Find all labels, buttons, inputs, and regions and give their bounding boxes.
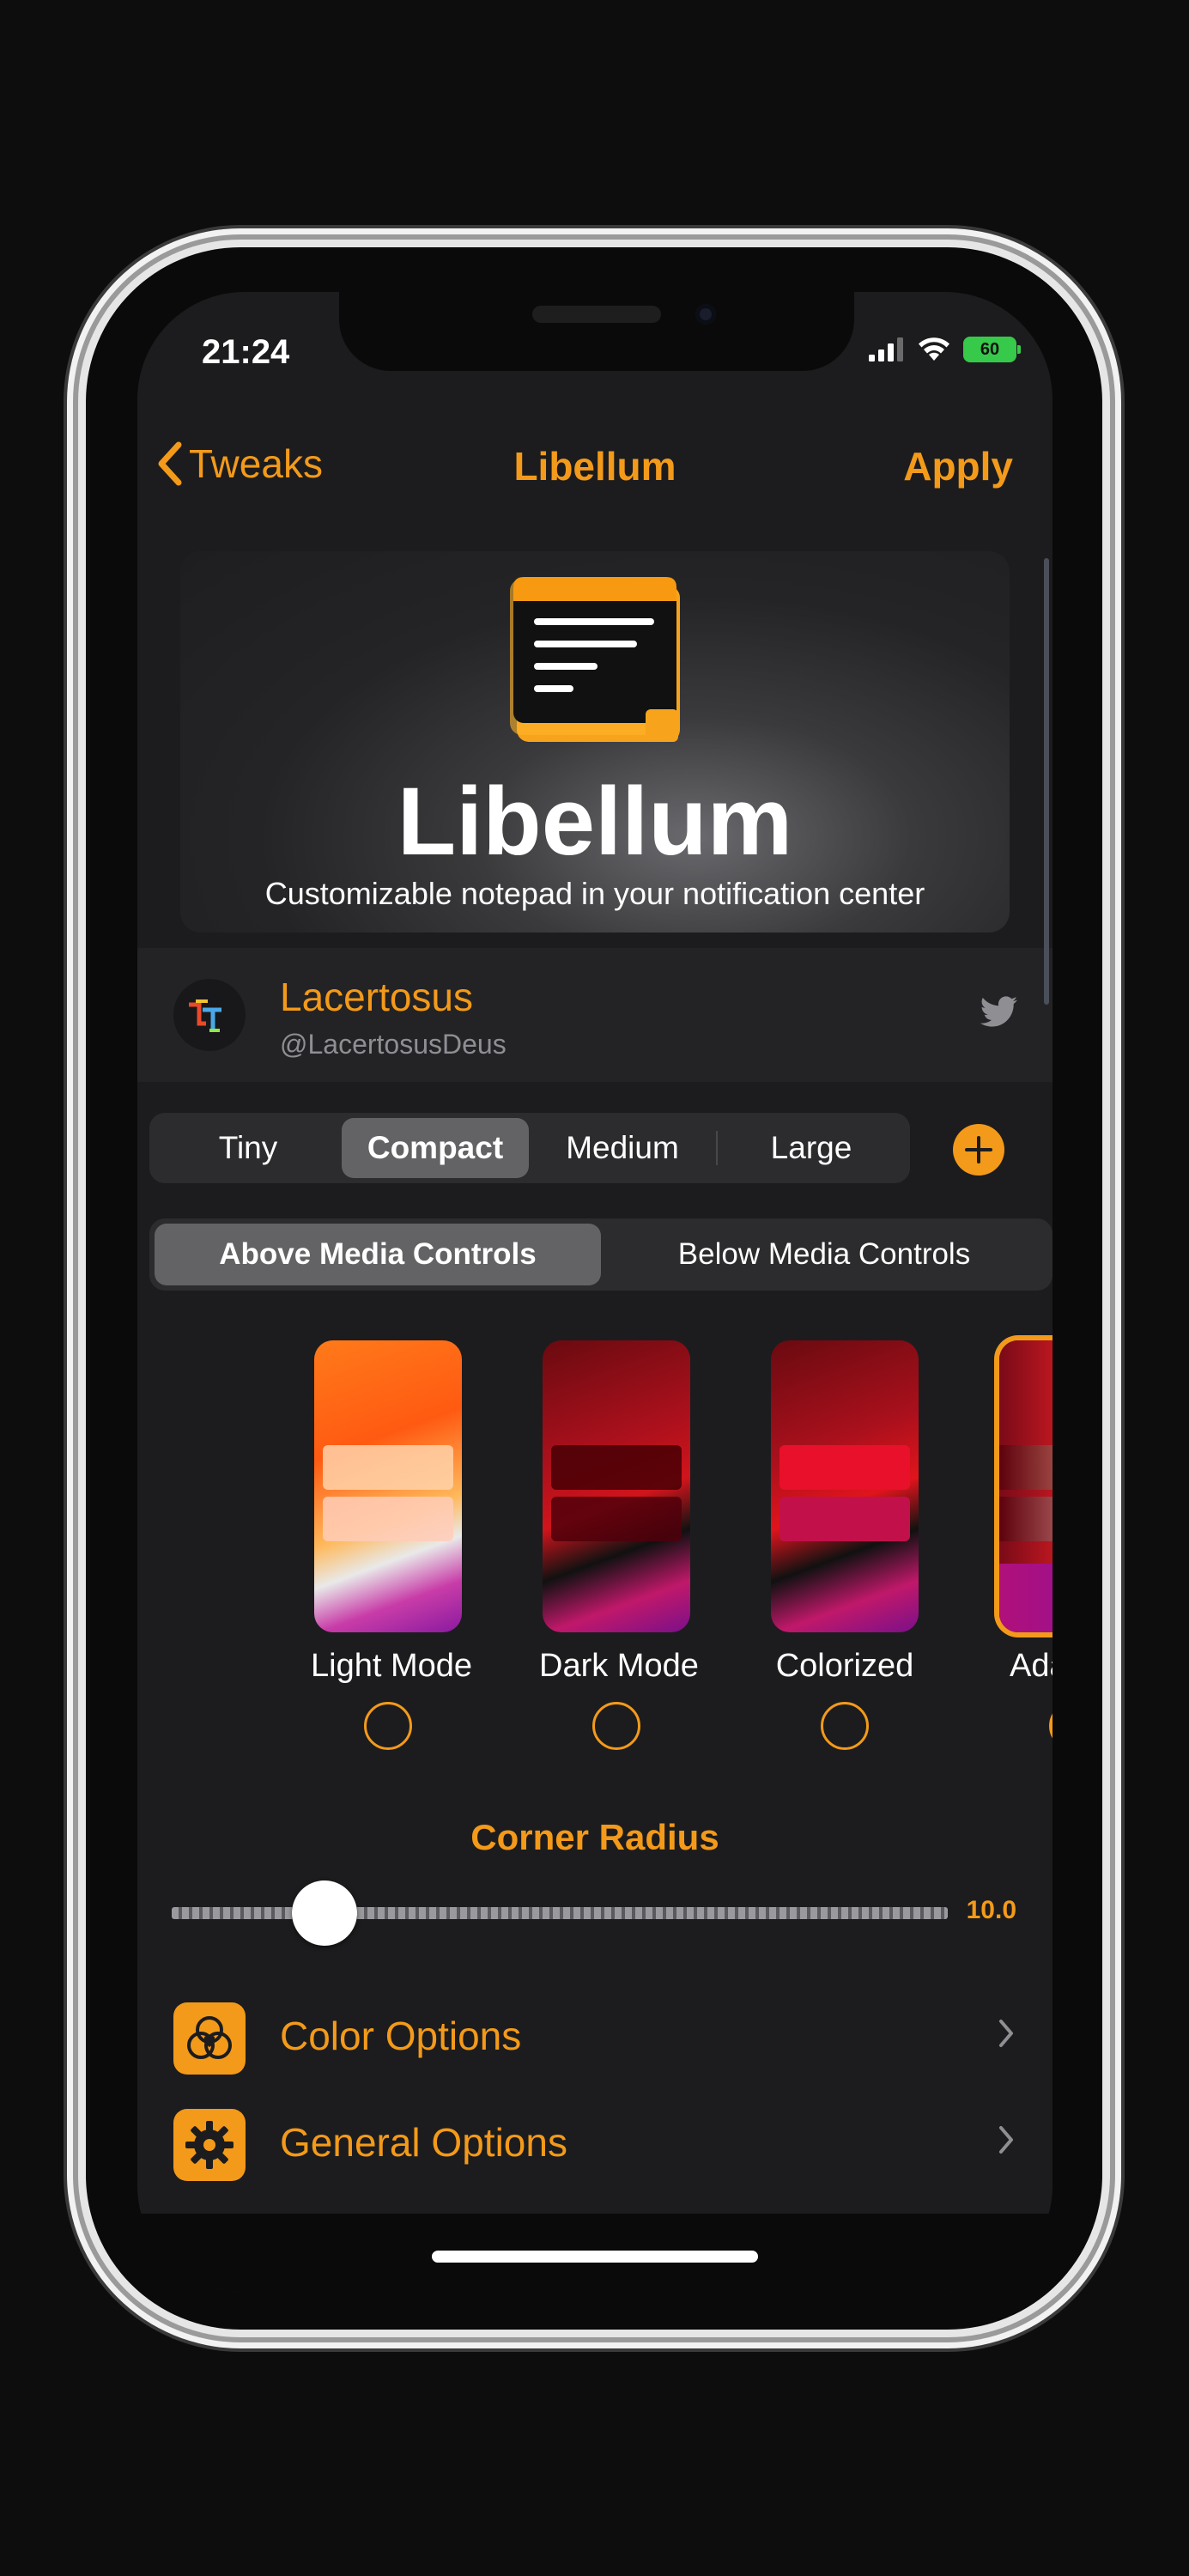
segment-large[interactable]: Large (718, 1118, 905, 1178)
preview-card (780, 1497, 910, 1541)
corner-radius-slider-knob[interactable] (292, 1880, 357, 1946)
notepad-app-icon (510, 577, 680, 742)
add-button[interactable] (953, 1124, 1004, 1176)
scroll-indicator[interactable] (1044, 558, 1049, 1005)
navigation-bar: Tweaks Libellum Apply (137, 421, 1053, 507)
status-time: 21:24 (202, 333, 290, 371)
preview-card (323, 1497, 453, 1541)
adaptive-mode-preview (999, 1340, 1053, 1632)
corner-radius-value: 10.0 (966, 1896, 1016, 1924)
settings-content[interactable]: Libellum Customizable notepad in your no… (137, 512, 1053, 2212)
chevron-right-icon (999, 2126, 1013, 2154)
power-button (1107, 735, 1114, 963)
gear-icon (173, 2109, 246, 2181)
appearance-mode-picker: Light Mode Dark Mode Colorized Ad (137, 1340, 1053, 1753)
segment-tiny[interactable]: Tiny (155, 1118, 342, 1178)
preview-card (999, 1497, 1053, 1541)
mode-dark[interactable]: Dark Mode (539, 1340, 699, 1750)
preview-card (551, 1445, 682, 1490)
notch (339, 292, 854, 371)
mode-label: Dark Mode (539, 1648, 699, 1684)
author-name: Lacertosus (280, 975, 474, 1019)
segment-below-media-controls[interactable]: Below Media Controls (601, 1224, 1047, 1285)
wifi-icon (919, 337, 949, 361)
general-options-row[interactable]: General Options (137, 2093, 1053, 2188)
checkmark-icon (1052, 1704, 1053, 1747)
colorized-mode-preview (771, 1340, 919, 1632)
corner-radius-label: Corner Radius (470, 1817, 719, 1857)
silent-switch (74, 522, 81, 596)
mode-label: Colorized (775, 1648, 914, 1684)
chevron-right-icon (999, 2020, 1013, 2047)
preview-card (323, 1445, 453, 1490)
radio-dark-mode[interactable] (592, 1702, 640, 1750)
position-segmented-control: Above Media Controls Below Media Control… (149, 1218, 1053, 1291)
front-camera (695, 304, 716, 325)
home-indicator[interactable] (432, 2251, 758, 2263)
radio-adaptive[interactable] (1049, 1702, 1053, 1750)
status-icons: 60 (869, 337, 1021, 362)
preview-card (780, 1445, 910, 1490)
signal-icon (869, 337, 903, 361)
apply-button[interactable]: Apply (903, 443, 1013, 489)
header-subtitle: Customizable notepad in your notificatio… (264, 876, 925, 911)
color-options-label: Color Options (280, 2014, 522, 2058)
avatar (173, 979, 246, 1051)
mode-adaptive[interactable]: Adaptive (996, 1340, 1053, 1750)
light-mode-preview (314, 1340, 462, 1632)
segment-medium[interactable]: Medium (529, 1118, 716, 1178)
header-title: Libellum (397, 768, 793, 875)
author-row[interactable]: Lacertosus @LacertosusDeus (137, 948, 1053, 1082)
header-banner: Libellum Customizable notepad in your no… (180, 551, 1010, 933)
segment-compact[interactable]: Compact (342, 1118, 529, 1178)
corner-radius-slider-track[interactable] (172, 1907, 948, 1919)
general-options-label: General Options (280, 2120, 567, 2165)
earpiece-speaker (532, 306, 661, 323)
mode-colorized[interactable]: Colorized (767, 1340, 922, 1750)
phone-screen: 21:24 60 Tweaks Libellum Apply Libellum … (137, 292, 1053, 2293)
author-handle: @LacertosusDeus (280, 1029, 507, 1060)
mode-label: Light Mode (311, 1648, 473, 1684)
preview-bottom (999, 1564, 1053, 1632)
twitter-icon[interactable] (980, 996, 1018, 1027)
volume-down-button (74, 859, 81, 1001)
color-circles-icon (173, 2002, 246, 2075)
size-segmented-control: Tiny Compact Medium Large (149, 1113, 910, 1183)
volume-up-button (74, 671, 81, 814)
mode-label: Adaptive (1010, 1648, 1053, 1684)
color-options-row[interactable]: Color Options (137, 1987, 1053, 2081)
dark-mode-preview (543, 1340, 690, 1632)
battery-indicator: 60 (963, 337, 1021, 362)
radio-light-mode[interactable] (364, 1702, 412, 1750)
radio-colorized[interactable] (821, 1702, 869, 1750)
author-logo-icon (189, 999, 221, 1032)
mode-light[interactable]: Light Mode (311, 1340, 473, 1750)
preview-card (551, 1497, 682, 1541)
preview-card (999, 1445, 1053, 1490)
segment-above-media-controls[interactable]: Above Media Controls (155, 1224, 601, 1285)
plus-icon (965, 1136, 992, 1163)
